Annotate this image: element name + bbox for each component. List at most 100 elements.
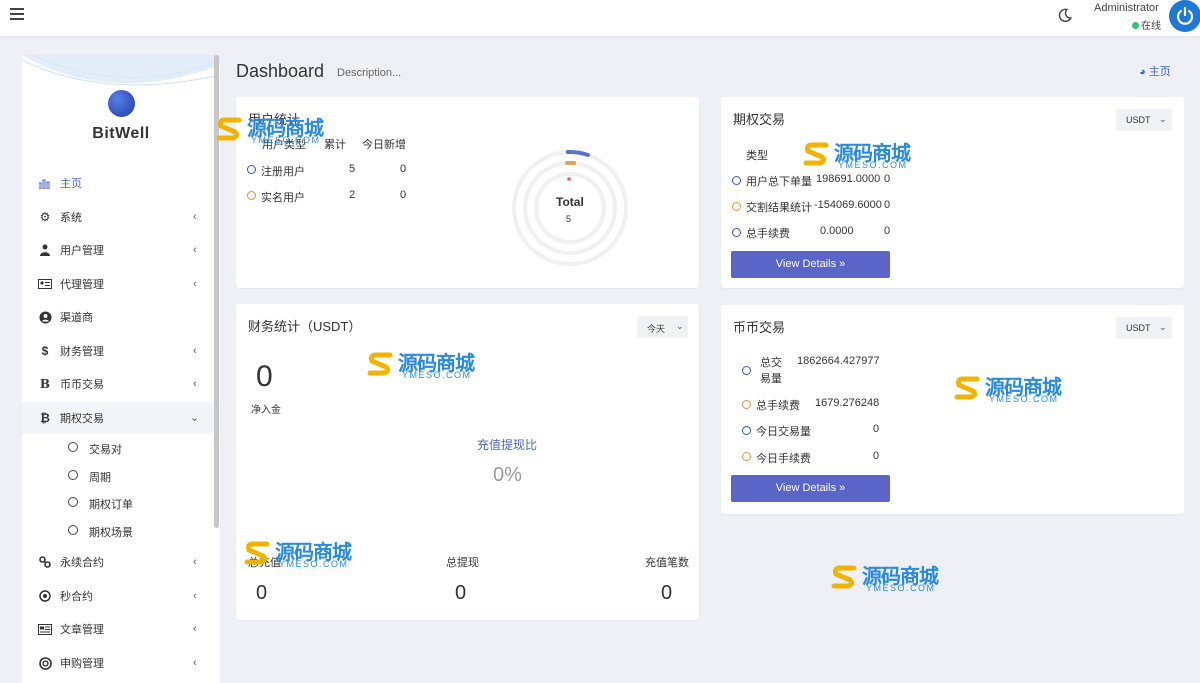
select-value: USDT	[1126, 323, 1151, 333]
period-select[interactable]: 今天 ⌄	[637, 316, 688, 338]
chevron-left-icon: ‹	[193, 623, 197, 635]
view-details-button[interactable]: View Details »	[731, 251, 890, 278]
option-trade-card: 期权交易 USDT ⌄ 类型 用户总下单量 198691.0000 0 交割结果…	[721, 97, 1184, 288]
user-status-label: 在线	[1141, 21, 1161, 32]
row-extra: 0	[873, 450, 880, 462]
row-label: 交割结果统计	[746, 202, 812, 214]
gear-icon: ⚙	[39, 210, 51, 224]
donut-dot	[567, 177, 571, 181]
watermark-sub: YMESO.COM	[989, 394, 1059, 404]
row-total: 5	[349, 163, 356, 175]
row-label: 总手续费	[756, 400, 800, 412]
circle-icon	[68, 525, 78, 535]
row-extra: 0	[884, 225, 891, 237]
sidebar-item-home[interactable]: 主页	[22, 167, 220, 199]
page-title: Dashboard	[236, 61, 325, 81]
bitcoin-icon: B	[39, 377, 51, 391]
watermark-sub: YMESO.COM	[402, 370, 472, 380]
total-withdraw-value: 0	[455, 582, 467, 604]
sidebar-item-finance[interactable]: $ 财务管理 ‹	[22, 335, 220, 367]
row-label: 总交易量	[760, 357, 782, 385]
sidebar-subitem-label: 期权订单	[89, 499, 133, 511]
watermark-logo: 源码商城 YMESO.COM	[366, 347, 496, 385]
column-header: 类型	[746, 150, 768, 162]
breadcrumb-label: 主页	[1148, 66, 1171, 78]
circle-icon	[742, 452, 751, 461]
hamburger-icon[interactable]	[10, 8, 24, 20]
sidebar-item-label: 系统	[60, 212, 82, 224]
chevron-down-icon: ⌄	[1159, 322, 1167, 332]
row-value: -154069.6000	[814, 199, 882, 211]
sidebar-subitem-label: 交易对	[89, 444, 122, 456]
row-value: 1679.276248	[815, 397, 880, 409]
bitcoin-icon: ₿	[40, 411, 50, 425]
sidebar-item-label: 主页	[60, 178, 82, 190]
row-extra: 0	[884, 199, 891, 211]
dot-circle-icon	[38, 589, 52, 603]
user-circle-icon	[38, 310, 52, 324]
chevron-left-icon: ‹	[193, 278, 197, 290]
select-value: USDT	[1126, 115, 1151, 125]
watermark-logo: 源码商城 YMESO.COM	[243, 536, 373, 574]
breadcrumb[interactable]: ◕ 主页	[1139, 63, 1171, 79]
sidebar-item-label: 币币交易	[60, 379, 104, 391]
sidebar-item-label: 渠道商	[60, 312, 93, 324]
row-value: 0.0000	[820, 225, 854, 237]
user-name[interactable]: Administrator	[1094, 2, 1159, 14]
newspaper-icon	[38, 622, 52, 636]
sidebar-item-perpetual[interactable]: 永续合约 ‹	[22, 546, 220, 578]
currency-select[interactable]: USDT ⌄	[1116, 109, 1172, 131]
power-icon[interactable]	[1169, 0, 1200, 32]
sidebar-item-label: 代理管理	[60, 279, 104, 291]
row-today: 0	[400, 189, 407, 201]
bar-chart-icon	[38, 176, 52, 190]
circle-icon	[68, 470, 78, 480]
circle-icon	[732, 202, 741, 211]
sidebar-item-label: 期权交易	[60, 413, 104, 425]
currency-select[interactable]: USDT ⌄	[1116, 317, 1172, 339]
sidebar-subitem-pairs[interactable]: 交易对	[22, 435, 220, 461]
sidebar-item-system[interactable]: ⚙ 系统 ‹	[22, 201, 220, 233]
sidebar-subitem-label: 周期	[89, 472, 111, 484]
sidebar-item-coin-trade[interactable]: B 币币交易 ‹	[22, 368, 220, 400]
total-deposit-value: 0	[256, 582, 268, 604]
sidebar-item-label: 用户管理	[60, 245, 104, 257]
chevron-left-icon: ‹	[193, 211, 197, 223]
sidebar-item-label: 永续合约	[60, 557, 104, 569]
watermark-logo: 源码商城 YMESO.COM	[802, 137, 932, 175]
page-description: Description...	[337, 67, 402, 79]
deposit-count-label: 充值笔数	[645, 557, 689, 569]
watermark-sub: YMESO.COM	[866, 583, 936, 593]
sidebar-subitem-period[interactable]: 周期	[22, 463, 220, 489]
sidebar-subitem-orders[interactable]: 期权订单	[22, 490, 220, 516]
circle-icon	[742, 426, 751, 435]
moon-icon[interactable]	[1057, 7, 1073, 23]
net-deposit-label: 净入金	[251, 405, 281, 416]
sidebar-item-second-contract[interactable]: 秒合约 ‹	[22, 580, 220, 612]
row-total: 2	[349, 189, 356, 201]
sidebar-item-option-trade[interactable]: ₿ 期权交易 ⌄	[22, 402, 220, 434]
chevron-down-icon: ⌄	[190, 412, 200, 424]
sidebar-item-channels[interactable]: 渠道商	[22, 301, 220, 333]
sidebar-item-articles[interactable]: 文章管理 ‹	[22, 613, 220, 645]
circle-icon	[732, 176, 741, 185]
circle-icon	[247, 165, 256, 174]
view-details-button[interactable]: View Details »	[731, 475, 890, 502]
watermark-sub: YMESO.COM	[838, 160, 908, 170]
row-label: 实名用户	[261, 192, 305, 204]
circle-icon	[68, 497, 78, 507]
dashboard-icon: ◕	[1139, 66, 1149, 78]
sidebar-item-users[interactable]: 用户管理 ‹	[22, 234, 220, 266]
row-label: 今日交易量	[756, 426, 811, 438]
sidebar-item-agents[interactable]: 代理管理 ‹	[22, 268, 220, 300]
watermark-logo: 源码商城 YMESO.COM	[953, 371, 1083, 409]
sidebar-item-label: 申购管理	[60, 658, 104, 670]
sidebar-subitem-scenes[interactable]: 期权场景	[22, 518, 220, 544]
sidebar-item-label: 文章管理	[60, 624, 104, 636]
card-title: 期权交易	[733, 112, 786, 127]
chevron-left-icon: ‹	[193, 590, 197, 602]
sidebar-item-subscriptions[interactable]: 申购管理 ‹	[22, 647, 220, 679]
chevron-left-icon: ‹	[193, 345, 197, 357]
life-ring-icon	[38, 656, 52, 670]
chevron-down-icon: ⌄	[676, 321, 684, 331]
